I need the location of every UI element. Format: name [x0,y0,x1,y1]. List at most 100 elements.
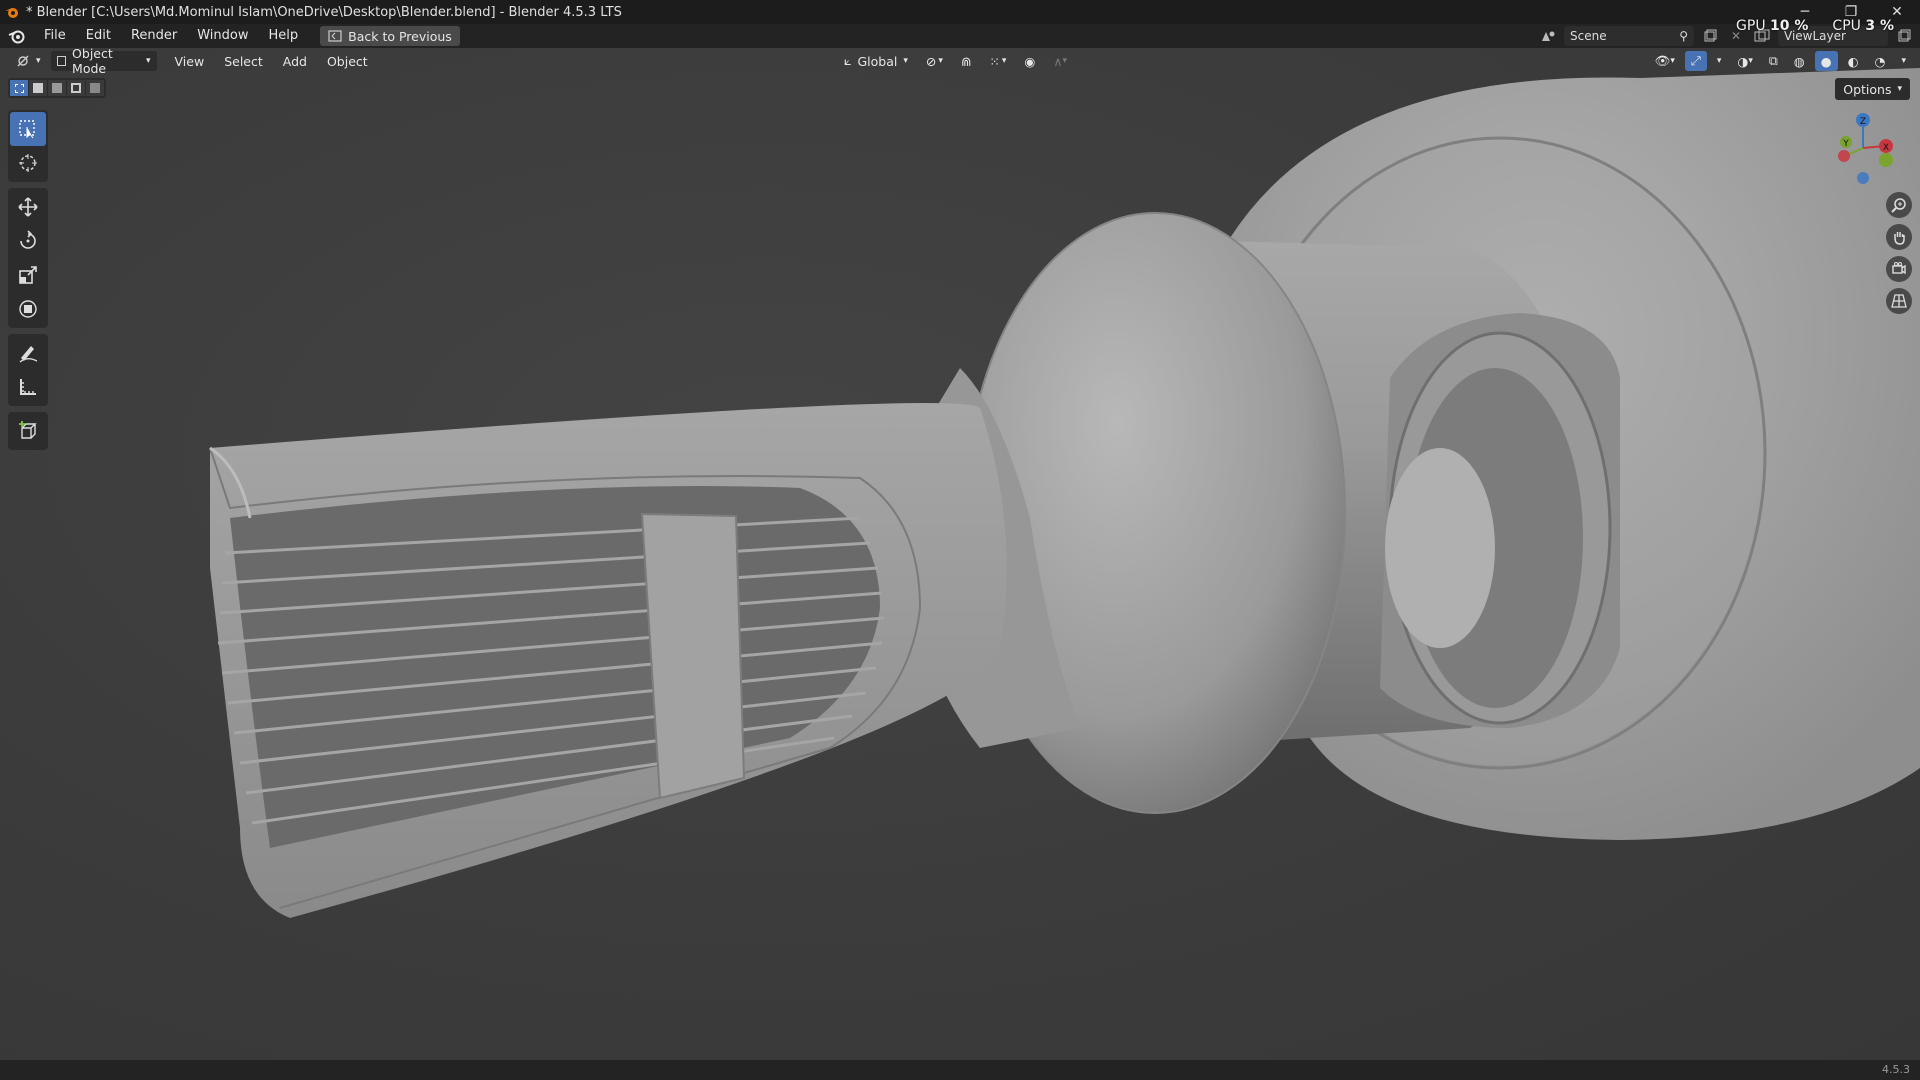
gizmo-neg-z-axis[interactable] [1857,172,1869,184]
back-to-previous-button[interactable]: Back to Previous [320,26,460,46]
pivot-point-dropdown[interactable]: ⊘ ▾ [920,51,949,71]
select-invert-icon [71,83,81,93]
move-tool[interactable] [10,190,46,224]
new-view-layer-icon[interactable] [1894,26,1914,46]
menu-view[interactable]: View [165,54,215,69]
gizmo-toggle[interactable]: ⤢ [1684,51,1707,71]
select-extend-icon [33,83,43,93]
select-subtract-mode[interactable] [48,80,66,96]
select-new-mode[interactable] [10,80,28,96]
snap-target-dropdown[interactable]: ⁙ ▾ [983,51,1012,71]
material-shading-icon: ◐ [1847,53,1859,69]
pan-button[interactable] [1886,224,1912,250]
object-mode-dropdown[interactable]: Object Mode ▾ [50,48,157,76]
select-box-icon [19,120,35,139]
menu-render[interactable]: Render [121,24,187,48]
cursor-tool[interactable] [10,146,46,180]
select-intersect-mode[interactable] [86,80,104,96]
scene-icon[interactable] [1538,26,1558,46]
tool-group-transform [8,188,48,328]
shading-material[interactable]: ◐ [1842,51,1865,71]
menu-file[interactable]: File [34,24,76,48]
xray-toggle[interactable]: ⧉ [1763,51,1784,71]
menu-object[interactable]: Object [317,54,378,69]
annotate-tool[interactable] [10,336,46,370]
camera-view-button[interactable] [1886,256,1912,282]
back-screen-icon [328,30,342,42]
shading-rendered[interactable]: ◔ [1869,51,1892,71]
window-titlebar: * Blender [C:\Users\Md.Mominul Islam\One… [0,0,1920,24]
chevron-down-icon: ▾ [1716,56,1722,66]
cpu-usage: CPU 3 % [1832,18,1894,34]
transform-icon [19,300,37,318]
tool-shelf [8,110,48,456]
snap-toggle[interactable]: ⋒ [955,51,977,71]
menu-help[interactable]: Help [259,24,309,48]
falloff-dropdown[interactable]: ∧ ▾ [1047,51,1073,71]
gizmo-y-label: Y [1842,139,1849,149]
select-new-icon [14,83,24,93]
gizmo-icon: ⤢ [1690,53,1701,68]
chevron-down-icon: ▾ [1670,56,1675,66]
tool-group-select [8,110,48,182]
chevron-down-icon: ▾ [1748,56,1753,66]
select-invert-mode[interactable] [67,80,85,96]
3d-model-nozzle[interactable] [0,48,1920,1060]
transform-orientation-dropdown[interactable]: ⟀ Global ▾ [838,51,914,71]
options-dropdown[interactable]: Options ▾ [1835,78,1910,100]
visibility-dropdown[interactable]: 👁 ▾ [1648,51,1680,71]
gizmo-neg-x-axis[interactable] [1838,150,1850,162]
add-cube-tool[interactable] [10,414,46,448]
menu-window[interactable]: Window [187,24,258,48]
pin-icon[interactable]: ⚲ [1679,29,1688,43]
status-bar: 4.5.3 [0,1060,1920,1080]
zoom-magnifier-icon [1891,198,1906,213]
chevron-down-icon: ▾ [938,56,943,66]
overlays-toggle[interactable]: ◑ ▾ [1731,51,1758,71]
gizmo-z-label: Z [1860,117,1866,127]
viewport-shading-tools: 👁 ▾ ⤢ ▾ ◑ ▾ ⧉ ◍ ● ◐ ◔ ▾ [1648,51,1912,71]
gizmo-x-label: X [1883,143,1889,153]
scene-selector[interactable]: Scene ⚲ [1564,26,1694,46]
tool-group-add [8,412,48,450]
object-mode-label: Object Mode [72,48,113,76]
measure-tool[interactable] [10,370,46,404]
proportional-icon: ◉ [1024,53,1036,69]
select-box-tool[interactable] [10,112,46,146]
cursor-icon [19,154,37,172]
perspective-toggle-button[interactable] [1886,288,1912,314]
3d-viewport-icon [17,55,29,67]
shading-wireframe[interactable]: ◍ [1788,51,1811,71]
new-scene-icon[interactable] [1700,26,1720,46]
grid-perspective-icon [1891,294,1907,308]
zoom-button[interactable] [1886,192,1912,218]
scale-tool[interactable] [10,258,46,292]
rotate-tool[interactable] [10,224,46,258]
gizmo-neg-y-axis[interactable] [1879,153,1893,167]
scale-icon [19,266,37,284]
shading-dropdown[interactable]: ▾ [1895,51,1912,71]
menu-select[interactable]: Select [214,54,273,69]
editor-type-button[interactable]: ▾ [10,51,47,71]
navigation-gizmo[interactable]: Z X Y [1828,108,1898,188]
transform-orientation-label: Global [857,53,898,69]
gizmo-dropdown[interactable]: ▾ [1711,51,1728,71]
hand-pan-icon [1894,232,1905,245]
version-label: 4.5.3 [1882,1063,1910,1076]
transform-tool[interactable] [10,292,46,326]
blender-logo-icon[interactable] [8,27,26,45]
selection-mode-buttons [8,78,106,98]
chevron-down-icon: ▾ [1897,84,1902,94]
window-title: * Blender [C:\Users\Md.Mominul Islam\One… [26,4,622,20]
solid-shading-icon: ● [1820,53,1832,69]
chevron-down-icon: ▾ [1001,56,1007,66]
orientation-icon: ⟀ [844,53,852,68]
wireframe-shading-icon: ◍ [1793,53,1805,69]
menu-add[interactable]: Add [273,54,317,69]
chevron-down-icon: ▾ [36,56,41,66]
select-extend-mode[interactable] [29,80,47,96]
shading-solid[interactable]: ● [1814,51,1838,71]
proportional-edit-toggle[interactable]: ◉ [1018,51,1041,71]
3d-viewport[interactable]: ▾ Object Mode ▾ View Select Add Object ⟀… [0,48,1920,1060]
menu-edit[interactable]: Edit [76,24,121,48]
